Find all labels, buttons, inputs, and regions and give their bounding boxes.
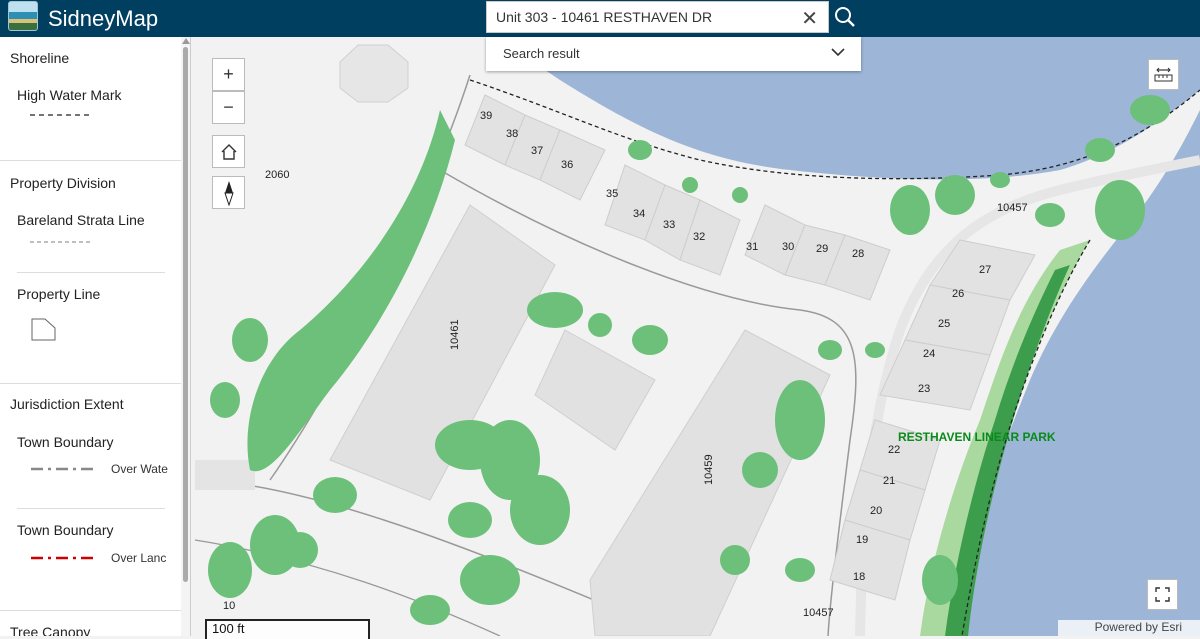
legend-shoreline-title: Shoreline (10, 50, 70, 66)
legend-scrollbar-thumb[interactable] (183, 47, 188, 582)
bareland-strata-symbol (30, 241, 92, 243)
legend-tree-canopy-title: Tree Canopy (10, 624, 91, 636)
lot-label: 10457 (997, 202, 1028, 214)
search-button[interactable] (832, 4, 858, 30)
unit-label: 30 (782, 241, 794, 253)
legend-panel: Shoreline High Water Mark Property Divis… (0, 37, 191, 636)
home-icon (221, 144, 236, 160)
legend-bareland-strata-line: Bareland Strata Line (17, 212, 145, 228)
lot-label: 10 (223, 600, 235, 612)
app-title: SidneyMap (48, 6, 159, 31)
unit-label: 22 (888, 444, 900, 456)
unit-label: 24 (923, 348, 935, 360)
app-header: SidneyMap Unit 303 - 10461 RESTHAVEN DR … (0, 0, 1200, 37)
unit-label: 39 (480, 110, 492, 122)
legend-divider (17, 272, 165, 273)
scroll-up-icon[interactable] (182, 38, 190, 44)
home-button[interactable] (212, 135, 245, 168)
unit-label: 27 (979, 264, 991, 276)
legend-jurisdiction-title: Jurisdiction Extent (10, 396, 124, 412)
high-water-mark-symbol (30, 114, 92, 116)
roundabout (339, 44, 409, 103)
search-value: Unit 303 - 10461 RESTHAVEN DR (496, 9, 713, 25)
unit-label: 37 (531, 145, 543, 157)
legend-town-boundary-water: Town Boundary (17, 434, 114, 450)
lot-label-10461: 10461 (449, 319, 461, 350)
legend-property-title: Property Division (10, 175, 116, 191)
measure-button[interactable] (1148, 59, 1179, 90)
zoom-in-button[interactable]: + (212, 58, 245, 91)
unit-label: 20 (870, 505, 882, 517)
scale-bar: 100 ft (205, 619, 370, 639)
map-canvas[interactable]: 39 38 37 36 35 34 33 32 31 30 29 28 27 2… (191, 37, 1200, 636)
fullscreen-button[interactable] (1147, 579, 1178, 610)
boundary-water-symbol (31, 467, 95, 471)
unit-label: 21 (883, 475, 895, 487)
compass-icon (223, 181, 234, 207)
lot-label-10459: 10459 (703, 454, 715, 485)
unit-label: 35 (606, 188, 618, 200)
property-line-symbol (31, 318, 56, 341)
legend-high-water-mark: High Water Mark (17, 87, 122, 103)
legend-divider (17, 508, 165, 509)
unit-label: 19 (856, 534, 868, 546)
legend-town-boundary-land: Town Boundary (17, 522, 114, 538)
unit-label: 34 (633, 208, 645, 220)
fullscreen-icon (1155, 587, 1170, 602)
legend-divider (0, 160, 181, 161)
search-icon (835, 7, 855, 27)
search-result-dropdown[interactable]: Search result (486, 37, 861, 71)
legend-divider (0, 383, 181, 384)
legend-property-line: Property Line (17, 286, 101, 302)
map-view[interactable]: 39 38 37 36 35 34 33 32 31 30 29 28 27 2… (191, 37, 1200, 636)
boundary-land-symbol (31, 556, 95, 560)
unit-label: 18 (853, 571, 865, 583)
park-label: RESTHAVEN LINEAR PARK (898, 430, 1056, 444)
lot-label: 10457 (803, 607, 834, 619)
legend-divider (0, 610, 181, 611)
lot-label: 2060 (265, 169, 289, 181)
unit-label: 29 (816, 243, 828, 255)
unit-label: 32 (693, 231, 705, 243)
compass-button[interactable] (212, 176, 245, 209)
unit-label: 23 (918, 383, 930, 395)
esri-attribution[interactable]: Powered by Esri (1058, 620, 1200, 636)
legend-over-land-note: Over Lanc (111, 551, 167, 565)
unit-label: 28 (852, 248, 864, 260)
unit-label: 26 (952, 288, 964, 300)
chevron-down-icon (831, 48, 845, 57)
unit-label: 33 (663, 219, 675, 231)
search-input[interactable]: Unit 303 - 10461 RESTHAVEN DR ✕ (486, 1, 829, 33)
legend-over-water-note: Over Wate (111, 462, 168, 476)
measure-icon (1154, 67, 1173, 82)
search-result-label: Search result (503, 46, 580, 61)
unit-label: 25 (938, 318, 950, 330)
unit-label: 38 (506, 128, 518, 140)
clear-search-icon[interactable]: ✕ (801, 6, 818, 31)
sidney-logo-icon (8, 1, 38, 31)
zoom-out-button[interactable]: − (212, 91, 245, 124)
unit-label: 31 (746, 241, 758, 253)
driveway (195, 460, 255, 490)
unit-label: 36 (561, 159, 573, 171)
